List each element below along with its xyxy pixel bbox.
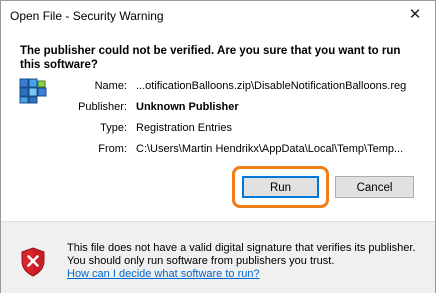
shield-error-icon	[21, 247, 45, 277]
publisher-value: Unknown Publisher	[136, 101, 239, 113]
type-label: Type:	[100, 122, 127, 134]
security-warning-dialog: Open File - Security Warning ✕ The publi…	[0, 0, 436, 293]
from-label: From:	[98, 143, 127, 155]
help-link[interactable]: How can I decide what software to run?	[67, 268, 260, 280]
close-button[interactable]: ✕	[403, 4, 427, 26]
cancel-button[interactable]: Cancel	[335, 176, 414, 198]
from-row: From: C:\Users\Martin Hendrikx\AppData\L…	[1, 143, 435, 157]
publisher-label: Publisher:	[78, 101, 127, 113]
from-value: C:\Users\Martin Hendrikx\AppData\Local\T…	[136, 143, 404, 155]
name-label: Name:	[94, 80, 127, 92]
title-bar: Open File - Security Warning ✕	[1, 1, 435, 31]
warning-message: This file does not have a valid digital …	[67, 242, 422, 281]
run-button[interactable]: Run	[242, 176, 319, 198]
name-value: ...otificationBalloons.zip\DisableNotifi…	[136, 80, 407, 92]
type-value: Registration Entries	[136, 122, 232, 134]
publisher-row: Publisher: Unknown Publisher	[1, 101, 435, 115]
window-title: Open File - Security Warning	[10, 9, 164, 23]
warning-footer: This file does not have a valid digital …	[1, 221, 435, 293]
type-row: Type: Registration Entries	[1, 122, 435, 136]
name-row: Name: ...otificationBalloons.zip\Disable…	[1, 80, 435, 94]
warning-text: This file does not have a valid digital …	[67, 242, 416, 267]
verification-question: The publisher could not be verified. Are…	[20, 45, 401, 71]
